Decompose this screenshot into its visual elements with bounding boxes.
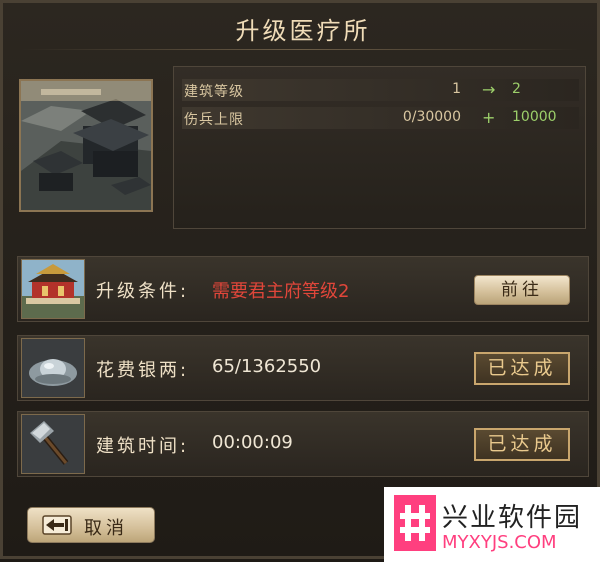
hammer-icon [21,414,85,474]
info-label: 建筑等级 [184,84,244,100]
back-arrow-icon [42,515,72,539]
arrow-right-icon: → [482,80,496,99]
requirement-value: 65/1362550 [212,356,322,377]
plus-icon: + [482,108,496,127]
requirement-row-build-time: 建筑时间: 00:00:09 已达成 [17,411,589,477]
upgrade-dialog: 升级医疗所 建筑等级 1 → 2 伤兵上限 0/30000 + 10000 升级… [0,0,600,562]
dialog-title: 升级医疗所 [235,17,371,45]
info-next-value: 10000 [512,109,557,125]
silver-ingot-icon [21,338,85,398]
requirement-value: 需要君主府等级2 [212,281,350,302]
watermark: 兴业软件园 MYXYJS.COM [384,487,600,562]
infirmary-building-icon [21,81,151,210]
upgrade-info-box: 建筑等级 1 → 2 伤兵上限 0/30000 + 10000 [173,66,586,229]
cancel-label: 取消 [84,518,128,539]
watermark-title: 兴业软件园 [442,503,583,533]
info-current-value: 1 [452,81,461,97]
requirement-label: 建筑时间: [96,436,190,457]
completed-badge: 已达成 [474,428,570,461]
requirement-value: 00:00:09 [212,432,293,453]
requirement-row-silver: 花费银两: 65/1362550 已达成 [17,335,589,401]
info-row-wounded-cap: 伤兵上限 0/30000 + 10000 [182,107,579,129]
cancel-button[interactable]: 取消 [27,507,155,543]
title-divider [21,49,579,50]
palace-icon [21,259,85,319]
info-next-value: 2 [512,81,521,97]
requirement-row-condition: 升级条件: 需要君主府等级2 前往 [17,256,589,322]
requirement-label: 花费银两: [96,360,190,381]
building-thumbnail [19,79,153,212]
info-row-building-level: 建筑等级 1 → 2 [182,79,579,101]
watermark-url: MYXYJS.COM [442,532,557,553]
completed-badge: 已达成 [474,352,570,385]
hash-logo-icon [394,495,436,555]
info-current-value: 0/30000 [402,109,461,125]
goto-button[interactable]: 前往 [474,275,570,305]
info-label: 伤兵上限 [184,112,244,128]
requirement-label: 升级条件: [96,281,190,302]
